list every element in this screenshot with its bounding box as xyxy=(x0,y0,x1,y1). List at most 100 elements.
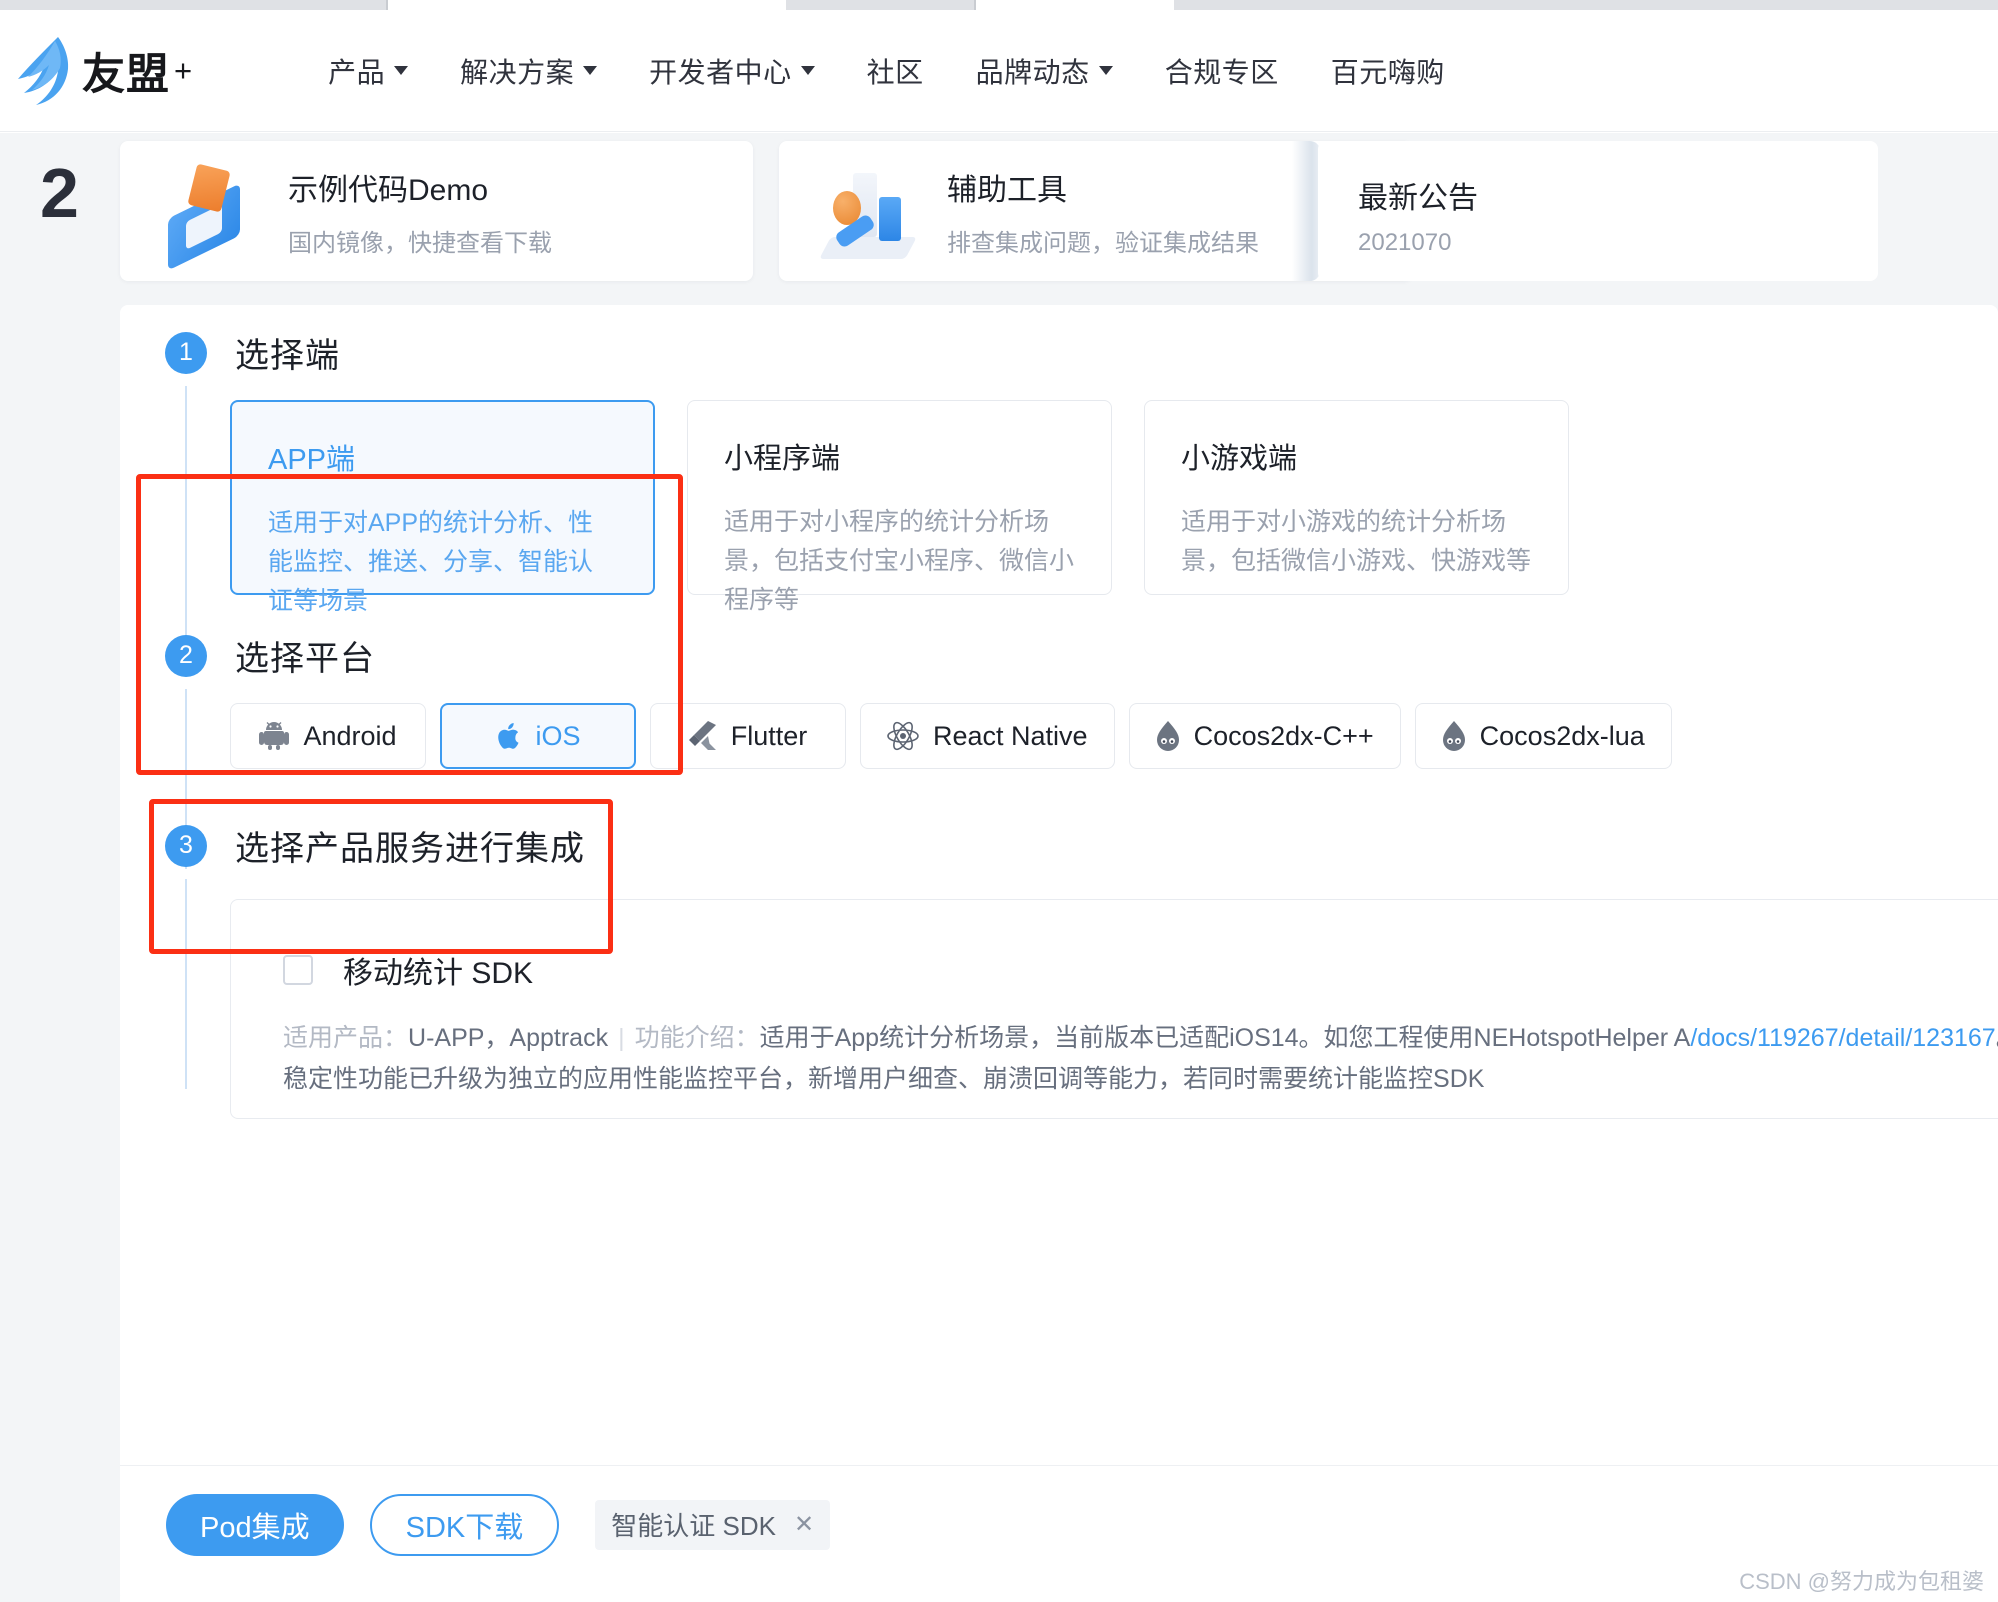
sdk-products-label: 适用产品： xyxy=(283,1024,408,1052)
sdk-name: 移动统计 SDK xyxy=(343,948,533,992)
card-title: 最新公告 xyxy=(1358,173,1478,217)
cocos-icon xyxy=(1156,721,1180,751)
nav-item-developer-center[interactable]: 开发者中心 xyxy=(623,51,841,91)
clipped-background-text: 2 xyxy=(40,153,75,233)
nav-item-label: 开发者中心 xyxy=(649,51,792,91)
selected-sdk-tag-label: 智能认证 SDK xyxy=(611,1506,776,1543)
sdk-item-header: 移动统计 SDK xyxy=(283,948,1998,992)
platform-button-android[interactable]: Android xyxy=(230,703,426,769)
step-select-platform: 2 选择平台 xyxy=(165,631,1925,680)
platform-label: Flutter xyxy=(731,721,808,752)
platform-label: Cocos2dx-lua xyxy=(1480,721,1645,752)
sdk-desc-part3: 能监控SDK xyxy=(1358,1065,1484,1093)
brand-name: 友盟 xyxy=(82,40,170,102)
step3-title: 选择产品服务进行集成 xyxy=(235,821,585,870)
card-title: 辅助工具 xyxy=(947,165,1259,209)
nav-item-products[interactable]: 产品 xyxy=(302,51,434,91)
brand-logo[interactable]: 友盟 + xyxy=(14,35,192,107)
sdk-download-button[interactable]: SDK下载 xyxy=(370,1494,560,1556)
nav-item-brand-news[interactable]: 品牌动态 xyxy=(950,51,1139,91)
platform-label: Android xyxy=(303,721,396,752)
step1-number-badge: 1 xyxy=(165,332,207,374)
step2-header: 2 选择平台 xyxy=(165,631,1925,680)
end-option-desc: 适用于对APP的统计分析、性能监控、推送、分享、智能认证等场景 xyxy=(268,504,617,620)
sdk-products-value: U-APP，Apptrack xyxy=(408,1024,608,1052)
brand-plus: + xyxy=(174,53,192,89)
nav-item-label: 合规专区 xyxy=(1165,51,1279,91)
nav-item-label: 百元嗨购 xyxy=(1331,51,1445,91)
end-option-title: 小游戏端 xyxy=(1181,435,1532,477)
nav-links: 产品 解决方案 开发者中心 社区 品牌动态 合规专区 百元嗨购 xyxy=(302,51,1471,91)
platform-button-cocos2dx-cpp[interactable]: Cocos2dx-C++ xyxy=(1129,703,1401,769)
nav-item-promo[interactable]: 百元嗨购 xyxy=(1305,51,1471,91)
flutter-icon xyxy=(689,721,717,751)
platform-button-cocos2dx-lua[interactable]: Cocos2dx-lua xyxy=(1415,703,1672,769)
pod-integrate-button[interactable]: Pod集成 xyxy=(166,1494,344,1556)
tools-chart-icon xyxy=(819,161,919,261)
platform-button-flutter[interactable]: Flutter xyxy=(650,703,846,769)
meta-separator: | xyxy=(618,1024,625,1052)
page-bottom-edge xyxy=(0,1596,1998,1602)
platform-button-ios[interactable]: iOS xyxy=(440,703,636,769)
end-option-list: APP端 适用于对APP的统计分析、性能监控、推送、分享、智能认证等场景 小程序… xyxy=(230,400,1569,595)
end-option-miniprogram[interactable]: 小程序端 适用于对小程序的统计分析场景，包括支付宝小程序、微信小程序等 xyxy=(687,400,1112,595)
step3-header: 3 选择产品服务进行集成 xyxy=(165,821,1925,870)
browser-chrome-sliver xyxy=(0,0,1998,10)
carousel-edge-shade xyxy=(1292,141,1320,281)
step1-header: 1 选择端 xyxy=(165,328,1865,377)
nav-item-solutions[interactable]: 解决方案 xyxy=(434,51,623,91)
sdk-desc-part1: 适用于App统计分析场景，当前版本已适配iOS14。如您工程使用NEHotspo… xyxy=(760,1024,1691,1052)
nav-item-label: 品牌动态 xyxy=(976,51,1090,91)
nav-item-label: 产品 xyxy=(328,51,385,91)
end-option-minigame[interactable]: 小游戏端 适用于对小游戏的统计分析场景，包括微信小游戏、快游戏等 xyxy=(1144,400,1569,595)
sdk-doc-link[interactable]: /docs/119267/detail/123167 xyxy=(1690,1024,1995,1052)
nav-item-compliance[interactable]: 合规专区 xyxy=(1139,51,1305,91)
chevron-down-icon xyxy=(583,66,597,75)
card-title: 示例代码Demo xyxy=(288,165,552,209)
bottom-action-bar: Pod集成 SDK下载 智能认证 SDK ✕ xyxy=(120,1465,1998,1583)
nav-item-label: 解决方案 xyxy=(460,51,574,91)
selected-sdk-tag: 智能认证 SDK ✕ xyxy=(595,1500,830,1550)
chevron-down-icon xyxy=(394,66,408,75)
step3-rail xyxy=(185,879,187,1089)
watermark: CSDN @努力成为包租婆 xyxy=(1739,1564,1984,1596)
end-option-app[interactable]: APP端 适用于对APP的统计分析、性能监控、推送、分享、智能认证等场景 xyxy=(230,400,655,595)
apple-icon xyxy=(495,721,521,752)
end-option-title: APP端 xyxy=(268,436,617,478)
sdk-list-panel: 移动统计 SDK 适用产品：U-APP，Apptrack | 功能介绍：适用于App… xyxy=(230,899,1998,1119)
step3-number-badge: 3 xyxy=(165,825,207,867)
step2-number-badge: 2 xyxy=(165,635,207,677)
cocos-icon xyxy=(1442,721,1466,751)
step1-rail xyxy=(185,386,187,648)
top-navigation-bar: 友盟 + 产品 解决方案 开发者中心 社区 品牌动态 合规专区 百元嗨购 xyxy=(0,10,1998,132)
step-select-end: 1 选择端 APP端 适用于对APP的统计分析、性能监控、推送、分享、智能认证等… xyxy=(165,328,1865,377)
bird-logo-icon xyxy=(14,35,72,107)
platform-button-list: Android iOS xyxy=(230,703,1672,769)
nav-item-community[interactable]: 社区 xyxy=(841,51,950,91)
step1-title: 选择端 xyxy=(235,328,340,377)
end-option-title: 小程序端 xyxy=(724,435,1075,477)
close-icon[interactable]: ✕ xyxy=(794,1510,814,1539)
sdk-feature-label: 功能介绍： xyxy=(635,1024,760,1052)
end-option-desc: 适用于对小程序的统计分析场景，包括支付宝小程序、微信小程序等 xyxy=(724,503,1075,619)
card-demo[interactable]: 示例代码Demo 国内镜像，快捷查看下载 xyxy=(120,141,753,281)
chevron-down-icon xyxy=(1099,66,1113,75)
page-body: 2 示例代码Demo 国内镜像，快捷查看下载 辅助工具 排查集成问题，验证集成结… xyxy=(0,133,1998,1602)
sdk-description: 适用产品：U-APP，Apptrack | 功能介绍：适用于App统计分析场景，当前… xyxy=(283,1018,1998,1101)
android-icon xyxy=(259,722,289,750)
end-option-desc: 适用于对小游戏的统计分析场景，包括微信小游戏、快游戏等 xyxy=(1181,503,1532,581)
platform-button-react-native[interactable]: React Native xyxy=(860,703,1115,769)
react-icon xyxy=(887,721,919,751)
card-latest-notice[interactable]: 最新公告 2021070 xyxy=(1318,141,1878,281)
step2-title: 选择平台 xyxy=(235,631,375,680)
card-subtitle: 排查集成问题，验证集成结果 xyxy=(947,223,1259,258)
platform-label: Cocos2dx-C++ xyxy=(1194,721,1374,752)
platform-label: React Native xyxy=(933,721,1088,752)
step-select-products: 3 选择产品服务进行集成 移动统计 SDK 适用产品：U-APP，Apptrac… xyxy=(165,821,1925,870)
card-subtitle: 国内镜像，快捷查看下载 xyxy=(288,223,552,258)
card-subtitle: 2021070 xyxy=(1358,229,1451,257)
chevron-down-icon xyxy=(801,66,815,75)
nav-item-label: 社区 xyxy=(867,51,924,91)
sdk-checkbox[interactable] xyxy=(283,955,313,985)
demo-box-icon xyxy=(160,161,260,261)
